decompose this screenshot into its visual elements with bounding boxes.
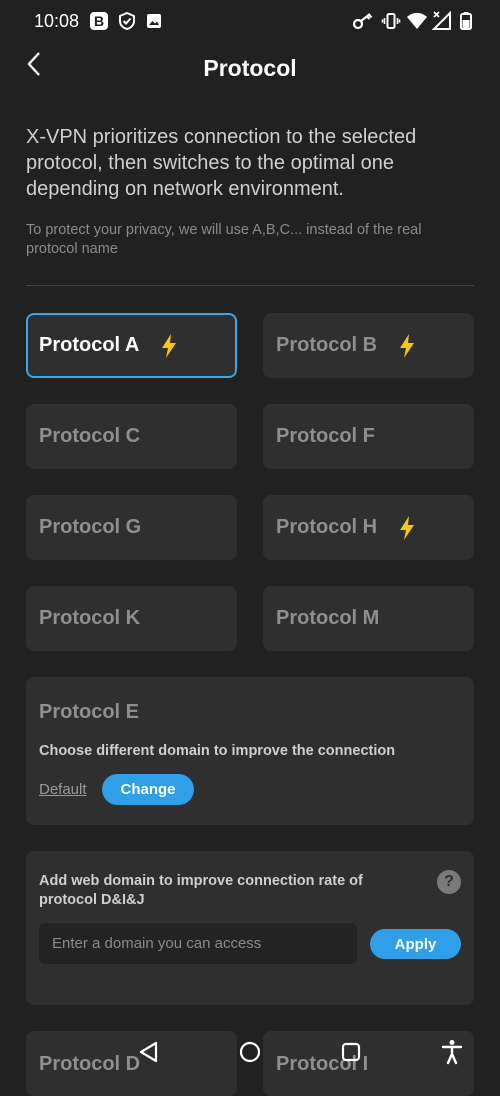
- protocol-k-option[interactable]: Protocol K: [26, 586, 237, 651]
- protocol-label: Protocol H: [276, 516, 378, 538]
- default-domain-link[interactable]: Default: [39, 781, 87, 798]
- protocol-m-option[interactable]: Protocol M: [263, 586, 474, 651]
- shield-check-icon: [116, 10, 138, 32]
- vibrate-icon: [380, 10, 402, 32]
- accessibility-icon: [440, 1039, 464, 1070]
- app-bar: Protocol: [0, 42, 500, 92]
- add-domain-text: Add web domain to improve connection rat…: [39, 873, 363, 908]
- protocol-b-option[interactable]: Protocol B: [263, 313, 474, 378]
- battery-icon: [455, 10, 477, 32]
- lightning-icon: [397, 515, 417, 541]
- nav-back-button[interactable]: [133, 1038, 165, 1070]
- home-circle-icon: [238, 1040, 262, 1069]
- navigation-bar: [0, 1030, 500, 1080]
- protocol-label: Protocol G: [39, 516, 142, 538]
- protocol-label: Protocol A: [39, 334, 140, 356]
- protocol-e-description: Choose different domain to improve the c…: [39, 743, 396, 759]
- wifi-icon: [406, 10, 428, 32]
- key-icon: [352, 10, 374, 32]
- protocol-label: Protocol K: [39, 607, 141, 629]
- domain-input[interactable]: [39, 923, 357, 964]
- protocol-e-title: Protocol E: [39, 701, 140, 723]
- b-badge-icon: B: [88, 10, 110, 32]
- apply-button[interactable]: Apply: [370, 929, 461, 959]
- protocol-e-card[interactable]: Protocol E Choose different domain to im…: [26, 677, 474, 825]
- status-time: 10:08: [34, 11, 80, 31]
- protocol-label: Protocol F: [276, 425, 375, 447]
- recents-square-icon: [339, 1040, 363, 1069]
- help-icon[interactable]: ?: [437, 870, 461, 894]
- protocol-h-option[interactable]: Protocol H: [263, 495, 474, 560]
- page-title: Protocol: [203, 55, 297, 81]
- back-triangle-icon: [137, 1040, 161, 1069]
- privacy-note: To protect your privacy, we will use A,B…: [26, 222, 422, 257]
- add-domain-card: Add web domain to improve connection rat…: [26, 851, 474, 1005]
- intro-text: X-VPN prioritizes connection to the sele…: [26, 126, 417, 200]
- badge-letter: B: [90, 12, 108, 30]
- protocol-f-option[interactable]: Protocol F: [263, 404, 474, 469]
- change-domain-button[interactable]: Change: [102, 774, 194, 805]
- nav-recents-button[interactable]: [335, 1038, 367, 1070]
- lightning-icon: [159, 333, 179, 359]
- protocol-label: Protocol M: [276, 607, 380, 629]
- status-bar: 10:08 B: [0, 0, 500, 42]
- protocol-a-option[interactable]: Protocol A: [26, 313, 237, 378]
- divider: [26, 285, 474, 286]
- protocol-c-option[interactable]: Protocol C: [26, 404, 237, 469]
- lightning-icon: [397, 333, 417, 359]
- protocol-label: Protocol B: [276, 334, 378, 356]
- protocol-g-option[interactable]: Protocol G: [26, 495, 237, 560]
- protocol-label: Protocol C: [39, 425, 141, 447]
- nav-accessibility-button[interactable]: [436, 1038, 468, 1070]
- nav-home-button[interactable]: [234, 1038, 266, 1070]
- image-icon: [143, 10, 165, 32]
- signal-icon: [431, 10, 453, 32]
